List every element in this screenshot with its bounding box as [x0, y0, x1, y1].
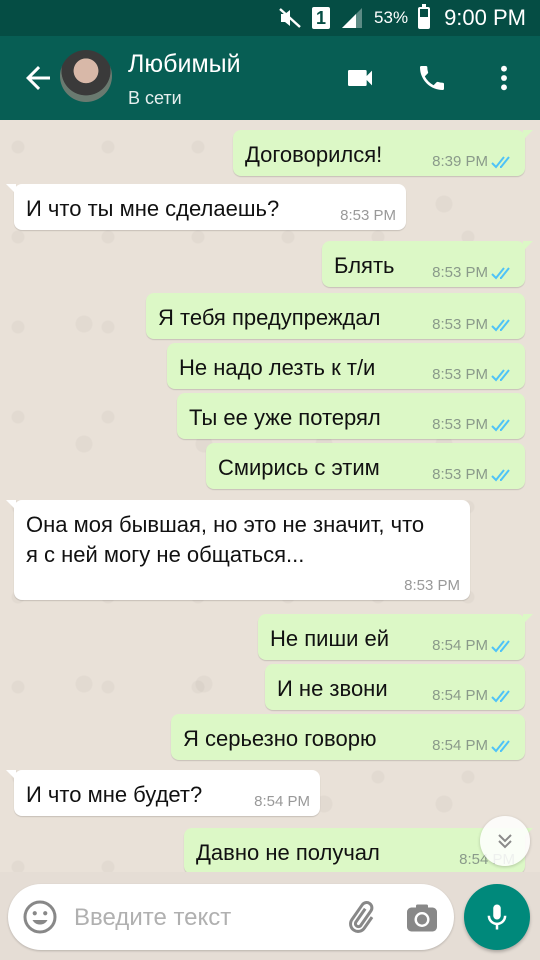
message-bubble-outgoing[interactable]: Смирись с этим 8:53 PM	[206, 443, 525, 489]
message-bubble-outgoing[interactable]: Ты ее уже потерял 8:53 PM	[177, 393, 525, 439]
message-text: Ты ее уже потерял	[189, 405, 381, 430]
double-chevron-down-icon	[498, 834, 512, 849]
message-bubble-incoming[interactable]: Она моя бывшая, но это не значит, что я …	[6, 500, 470, 600]
message-text: И не звони	[277, 676, 388, 701]
message-text: Не надо лезть к т/и	[179, 355, 376, 380]
battery-percent: 53%	[374, 8, 409, 27]
message-time: 8:53 PM	[432, 366, 488, 383]
phone-call-icon[interactable]	[416, 62, 448, 94]
message-bubble-outgoing[interactable]: Я тебя предупреждал 8:53 PM	[146, 293, 525, 339]
camera-icon[interactable]	[404, 900, 440, 936]
message-text: Не пиши ей	[270, 626, 390, 651]
message-bubble-outgoing[interactable]: Давно не получал 8:54 PM	[184, 828, 533, 872]
chat-header: Любимый В сети	[0, 36, 540, 120]
message-list[interactable]: Договорился! 8:39 PM И что ты мне сделае…	[0, 120, 540, 872]
sim-icon: 1	[312, 7, 331, 29]
read-ticks-icon	[491, 368, 510, 381]
battery-icon	[418, 4, 431, 29]
mic-button[interactable]	[464, 884, 530, 950]
contact-name[interactable]: Любимый	[128, 50, 241, 79]
message-text: Смирись с этим	[218, 455, 380, 480]
message-text: И что мне будет?	[26, 782, 203, 807]
microphone-icon	[487, 904, 507, 930]
read-ticks-icon	[491, 739, 510, 752]
message-time: 8:54 PM	[432, 687, 488, 704]
read-ticks-icon	[491, 468, 510, 481]
message-bubble-outgoing[interactable]: Договорился! 8:39 PM	[233, 130, 533, 176]
message-bubble-outgoing[interactable]: Не пиши ей 8:54 PM	[258, 614, 533, 660]
more-vertical-icon[interactable]	[488, 62, 520, 94]
message-text: И что ты мне сделаешь?	[26, 196, 280, 221]
scroll-to-bottom-button[interactable]	[480, 816, 530, 866]
back-arrow-icon[interactable]	[20, 60, 56, 96]
message-bubble-incoming[interactable]: И что ты мне сделаешь? 8:53 PM	[6, 184, 406, 230]
message-text: Давно не получал	[196, 840, 380, 865]
message-time: 8:39 PM	[432, 153, 488, 170]
read-ticks-icon	[491, 418, 510, 431]
message-time: 8:53 PM	[432, 466, 488, 483]
message-time: 8:54 PM	[432, 637, 488, 654]
emoji-icon[interactable]	[22, 899, 58, 935]
message-bubble-outgoing[interactable]: И не звони 8:54 PM	[265, 664, 525, 710]
message-text: Я серьезно говорю	[183, 726, 377, 751]
message-input[interactable]	[72, 894, 336, 942]
video-call-icon[interactable]	[344, 62, 376, 94]
read-ticks-icon	[491, 155, 510, 168]
message-time: 8:54 PM	[254, 793, 310, 810]
read-ticks-icon	[491, 266, 510, 279]
message-bubble-outgoing[interactable]: Не надо лезть к т/и 8:53 PM	[167, 343, 525, 389]
message-time: 8:53 PM	[432, 416, 488, 433]
message-time: 8:53 PM	[340, 207, 396, 224]
message-composer	[8, 884, 454, 950]
avatar[interactable]	[60, 50, 112, 102]
signal-icon	[342, 8, 363, 28]
message-bubble-incoming[interactable]: И что мне будет? 8:54 PM	[6, 770, 320, 816]
message-time: 8:53 PM	[432, 316, 488, 333]
read-ticks-icon	[491, 318, 510, 331]
message-text: Она моя бывшая, но это не значит, что я …	[26, 512, 425, 567]
contact-status: В сети	[128, 88, 182, 108]
message-time: 8:54 PM	[432, 737, 488, 754]
status-time: 9:00 PM	[444, 5, 526, 30]
message-text: Договорился!	[245, 142, 383, 167]
mute-icon	[279, 8, 301, 28]
read-ticks-icon	[491, 689, 510, 702]
read-ticks-icon	[491, 639, 510, 652]
message-text: Я тебя предупреждал	[158, 305, 381, 330]
message-bubble-outgoing[interactable]: Я серьезно говорю 8:54 PM	[171, 714, 525, 760]
message-text: Блять	[334, 253, 395, 278]
message-time: 8:53 PM	[404, 577, 460, 594]
status-bar: 1 53% 9:00 PM	[0, 0, 540, 36]
message-time: 8:53 PM	[432, 264, 488, 281]
message-bubble-outgoing[interactable]: Блять 8:53 PM	[322, 241, 533, 287]
paperclip-icon[interactable]	[342, 900, 378, 936]
